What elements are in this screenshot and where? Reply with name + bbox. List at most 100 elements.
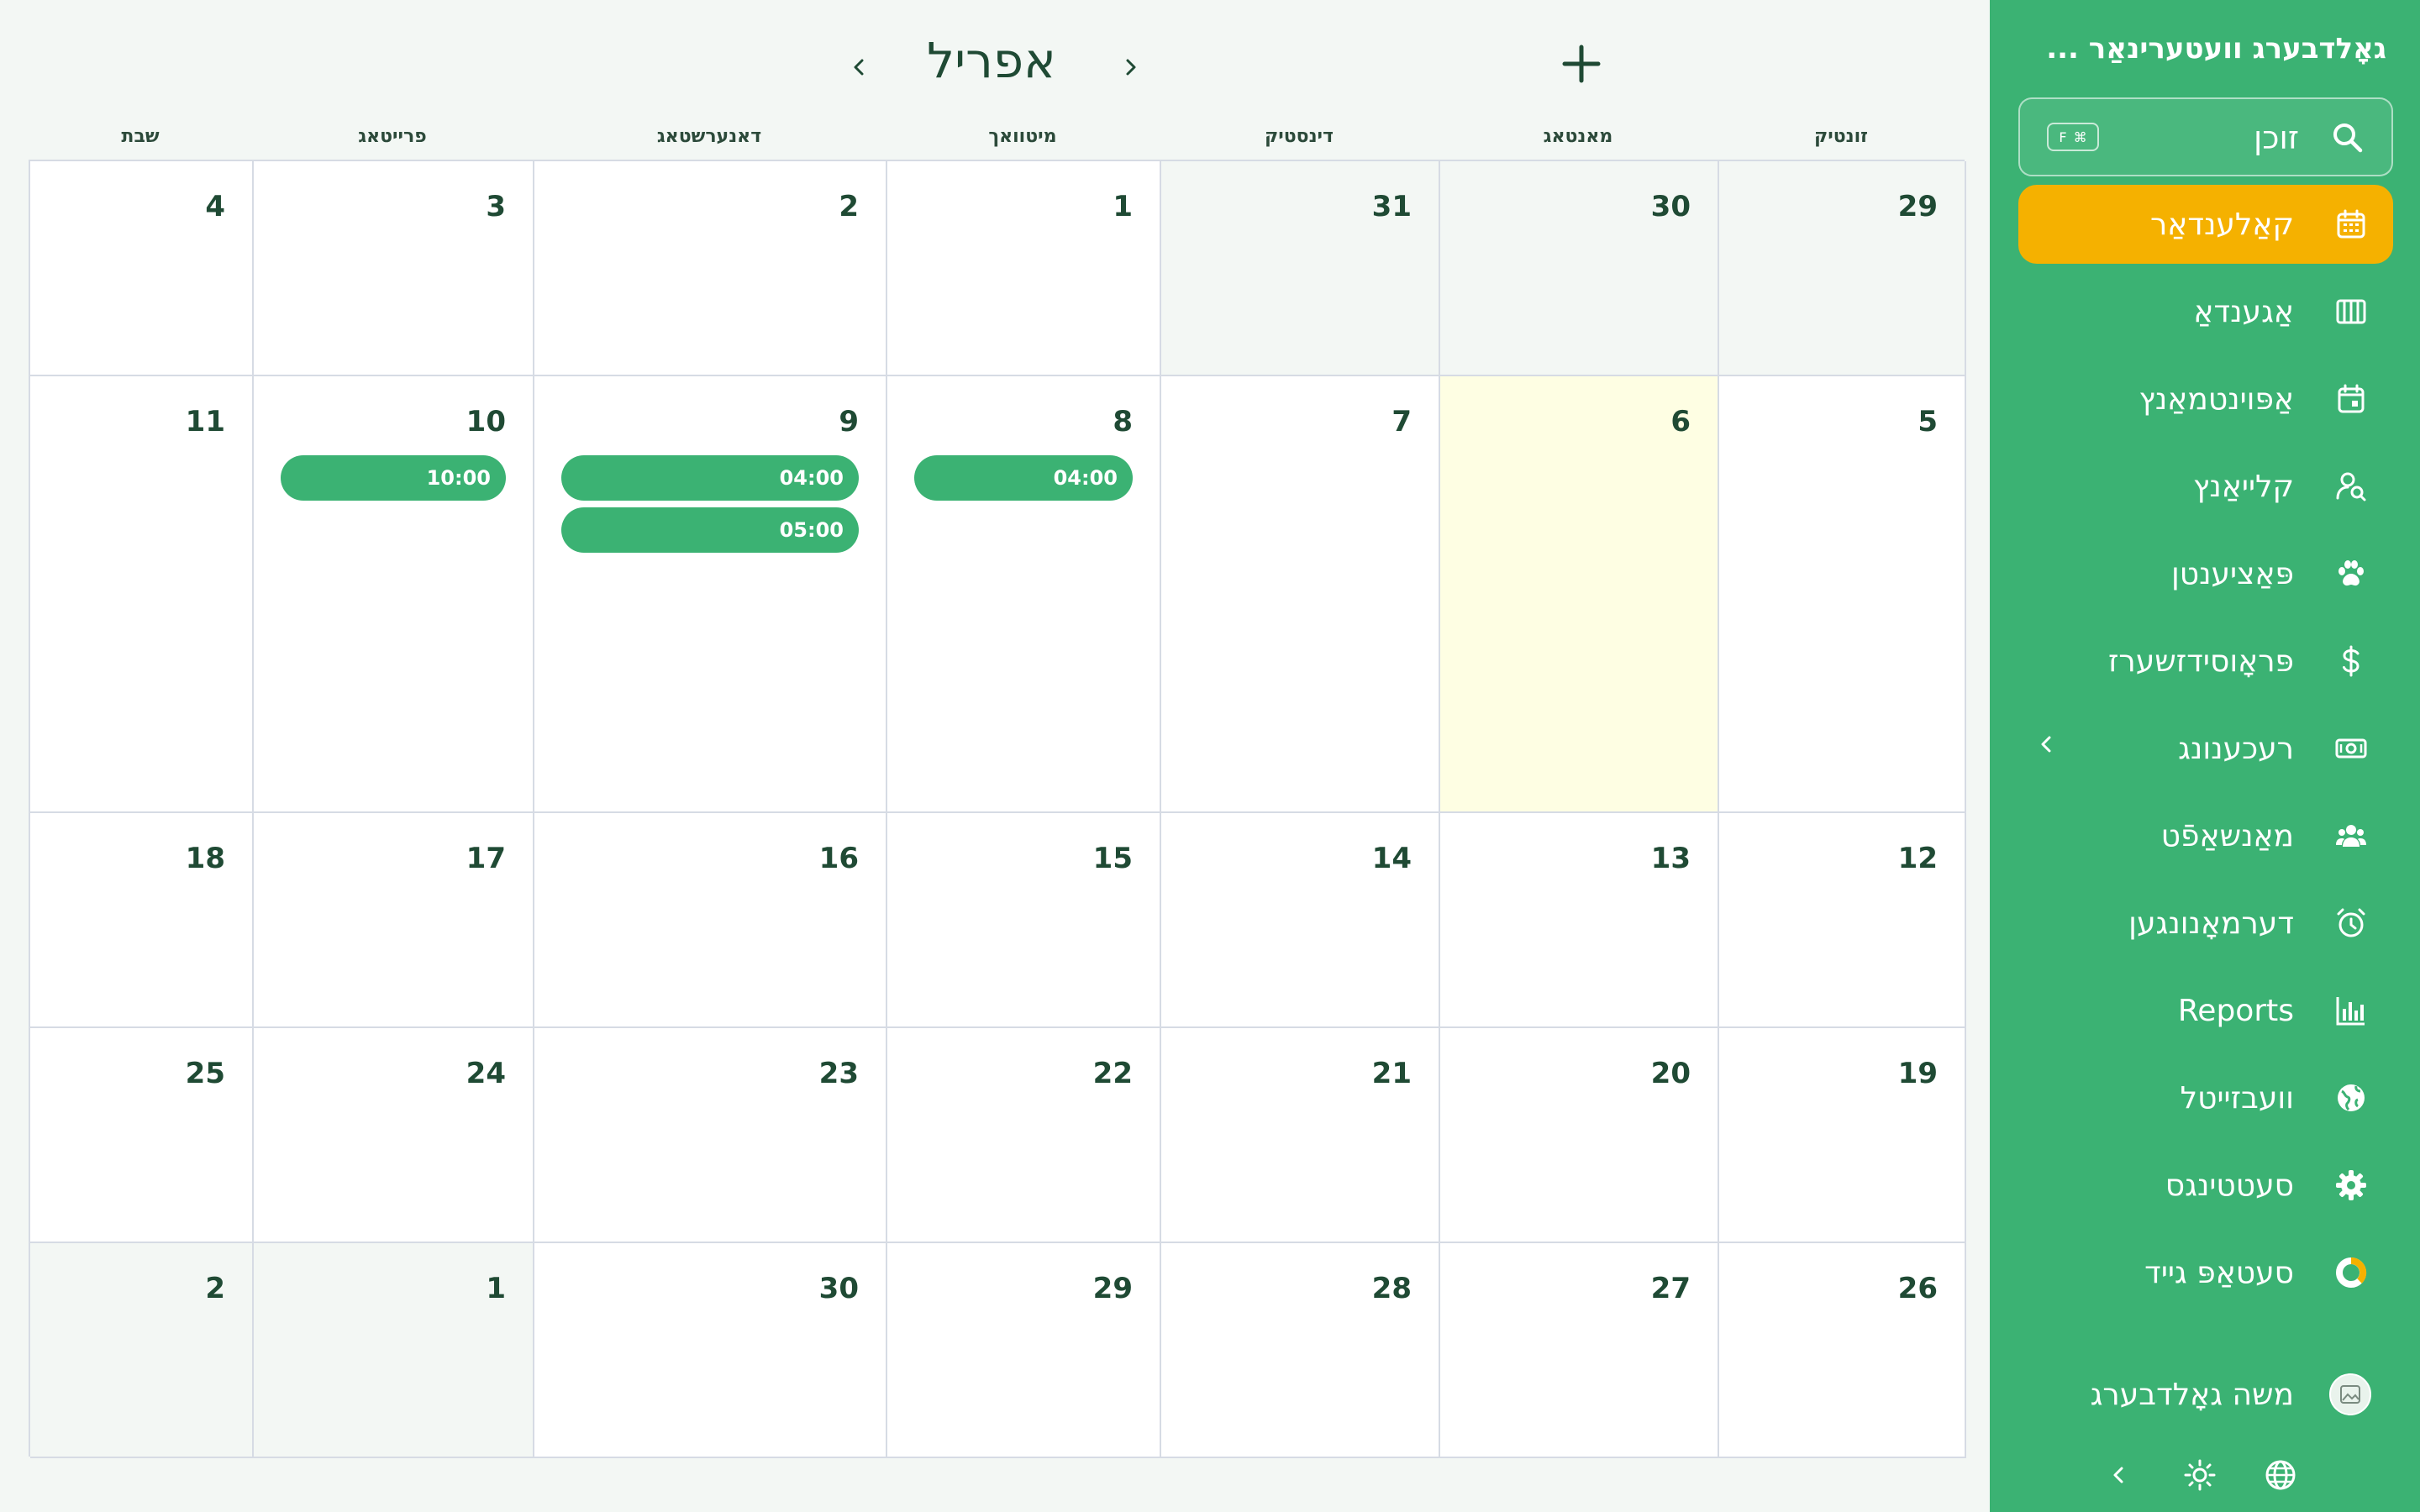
sidebar-item-banknote[interactable]: רעכענונג [2018, 709, 2393, 788]
calendar-day-cell[interactable]: 2 [534, 161, 887, 376]
calendar-day-cell[interactable]: 29 [1719, 161, 1966, 376]
calendar-main: אפריל זונטיק מאנטאג דינסטיק מיטוואך דאנערשטא… [0, 0, 1990, 1512]
calendar-day-cell[interactable]: 5 [1719, 376, 1966, 813]
sidebar-item-progress-ring[interactable]: סעטאַפּ גייד [2018, 1233, 2393, 1312]
calendar-day-cell[interactable]: 26 [1719, 1243, 1966, 1458]
calendar-day-cell[interactable]: 3 [254, 161, 534, 376]
calendar-day-cell[interactable]: 17 [254, 813, 534, 1028]
theme-toggle-button[interactable] [2178, 1453, 2222, 1497]
sidebar-item-calendar-event[interactable]: אַפּוינטמאַנץ [2018, 360, 2393, 438]
day-number: 10 [466, 405, 506, 438]
calendar-day-cell[interactable]: 7 [1161, 376, 1440, 813]
calendar-day-cell[interactable]: 1 [887, 161, 1161, 376]
sidebar-item-gear[interactable]: סעטטינגס [2018, 1146, 2393, 1225]
collapse-sidebar-button[interactable] [2097, 1453, 2141, 1497]
calendar-day-cell[interactable]: 19 [1719, 1028, 1966, 1243]
alarm-clock-icon [2331, 903, 2371, 943]
progress-ring-icon [2331, 1252, 2371, 1293]
shortcut-modifier: ⌘ [2073, 129, 2087, 145]
sidebar-item-users[interactable]: מאַנשאַפֿט [2018, 796, 2393, 875]
plus-icon [1562, 45, 1601, 83]
calendar-day-cell[interactable]: 13 [1440, 813, 1719, 1028]
calendar-day-cell[interactable]: 31 [1161, 161, 1440, 376]
sidebar-item-globe[interactable]: וועבזייטל [2018, 1058, 2393, 1137]
previous-month-button[interactable] [1114, 50, 1148, 84]
calendar-day-cell[interactable]: 21 [1161, 1028, 1440, 1243]
day-number: 25 [185, 1057, 225, 1090]
next-month-button[interactable] [842, 50, 876, 84]
sidebar-item-calendar[interactable]: קאַלענדאַר [2018, 185, 2393, 264]
calendar-day-cell[interactable]: 16 [534, 813, 887, 1028]
day-number: 12 [1897, 842, 1938, 875]
day-number: 20 [1650, 1057, 1691, 1090]
calendar-day-cell[interactable]: 11 [30, 376, 254, 813]
clinic-name[interactable]: גאָלדבערג וועטערינאַר ... [2017, 32, 2386, 66]
weekday-header: זונטיק מאנטאג דינסטיק מיטוואך דאנערשטאג פרייט… [29, 126, 1965, 160]
chevron-left-icon[interactable] [2037, 734, 2057, 758]
gear-icon [2331, 1165, 2371, 1205]
day-number: 27 [1650, 1272, 1691, 1305]
sidebar-item-label: אַגענדאַ [2193, 294, 2294, 329]
calendar-day-cell[interactable]: 10 10:00 [254, 376, 534, 813]
bar-chart-icon [2331, 990, 2371, 1031]
appointment-event[interactable]: 05:00 [561, 507, 859, 553]
day-number: 29 [1897, 190, 1938, 223]
sidebar: גאָלדבערג וועטערינאַר ... זוכן F ⌘ קאַלע… [1990, 0, 2420, 1512]
sidebar-item-bar-chart[interactable]: Reports [2018, 971, 2393, 1050]
calendar-day-cell[interactable]: 14 [1161, 813, 1440, 1028]
calendar-day-cell[interactable]: 12 [1719, 813, 1966, 1028]
sidebar-item-label: פּאַציענטן [2170, 556, 2294, 591]
calendar-day-cell[interactable]: 25 [30, 1028, 254, 1243]
user-search-icon [2331, 466, 2371, 507]
calendar-day-cell[interactable]: 23 [534, 1028, 887, 1243]
calendar-day-cell[interactable]: 2 [30, 1243, 254, 1458]
appointment-event[interactable]: 04:00 [914, 455, 1133, 501]
calendar-day-cell[interactable]: 30 [534, 1243, 887, 1458]
calendar-day-cell[interactable]: 27 [1440, 1243, 1719, 1458]
weekday-label: שבת [121, 126, 160, 147]
sidebar-item-user-search[interactable]: קלייאַנץ [2018, 447, 2393, 526]
weekday-label: דאנערשטאג [656, 126, 762, 147]
day-number: 29 [1092, 1272, 1133, 1305]
sidebar-item-label: סעטטינגס [2165, 1168, 2294, 1203]
sidebar-item-label: קאַלענדאַר [2149, 207, 2294, 242]
day-number: 31 [1371, 190, 1412, 223]
chevron-right-icon [1126, 59, 1136, 76]
calendar-day-cell[interactable]: 22 [887, 1028, 1161, 1243]
day-number: 1 [486, 1272, 506, 1305]
calendar-day-cell[interactable]: 24 [254, 1028, 534, 1243]
day-number: 9 [839, 405, 859, 438]
day-number: 22 [1092, 1057, 1133, 1090]
search-button[interactable]: זוכן F ⌘ [2018, 97, 2393, 176]
calendar-day-cell-today[interactable]: 6 [1440, 376, 1719, 813]
day-number: 4 [205, 190, 225, 223]
calendar-day-cell[interactable]: 28 [1161, 1243, 1440, 1458]
sidebar-item-agenda-columns[interactable]: אַגענדאַ [2018, 272, 2393, 351]
add-appointment-button[interactable] [1556, 39, 1607, 89]
day-number: 16 [818, 842, 859, 875]
calendar-day-cell[interactable]: 29 [887, 1243, 1161, 1458]
calendar-day-cell[interactable]: 1 [254, 1243, 534, 1458]
calendar-day-cell[interactable]: 18 [30, 813, 254, 1028]
appointment-event[interactable]: 04:00 [561, 455, 859, 501]
appointment-event[interactable]: 10:00 [281, 455, 506, 501]
sidebar-item-label: פּראָוסידזשערז [2107, 643, 2294, 679]
calendar-day-cell[interactable]: 9 04:00 05:00 [534, 376, 887, 813]
chevron-left-icon [854, 59, 864, 76]
users-icon [2331, 816, 2371, 856]
sidebar-item-paw[interactable]: פּאַציענטן [2018, 534, 2393, 613]
language-button[interactable] [2259, 1453, 2302, 1497]
user-profile[interactable]: משה גאָלדבערג [2018, 1369, 2393, 1420]
day-number: 6 [1670, 405, 1691, 438]
calendar-day-cell[interactable]: 4 [30, 161, 254, 376]
day-number: 7 [1392, 405, 1412, 438]
calendar-grid: 29 30 31 1 2 3 4 5 6 7 8 04:00 9 04:00 05:00 10 10:00 11 1… [29, 160, 1966, 1458]
calendar-day-cell[interactable]: 15 [887, 813, 1161, 1028]
day-number: 15 [1092, 842, 1133, 875]
calendar-day-cell[interactable]: 30 [1440, 161, 1719, 376]
day-number: 23 [818, 1057, 859, 1090]
sidebar-item-dollar[interactable]: פּראָוסידזשערז [2018, 622, 2393, 701]
calendar-day-cell[interactable]: 8 04:00 [887, 376, 1161, 813]
sidebar-item-alarm-clock[interactable]: דערמאָנונגען [2018, 884, 2393, 963]
calendar-day-cell[interactable]: 20 [1440, 1028, 1719, 1243]
